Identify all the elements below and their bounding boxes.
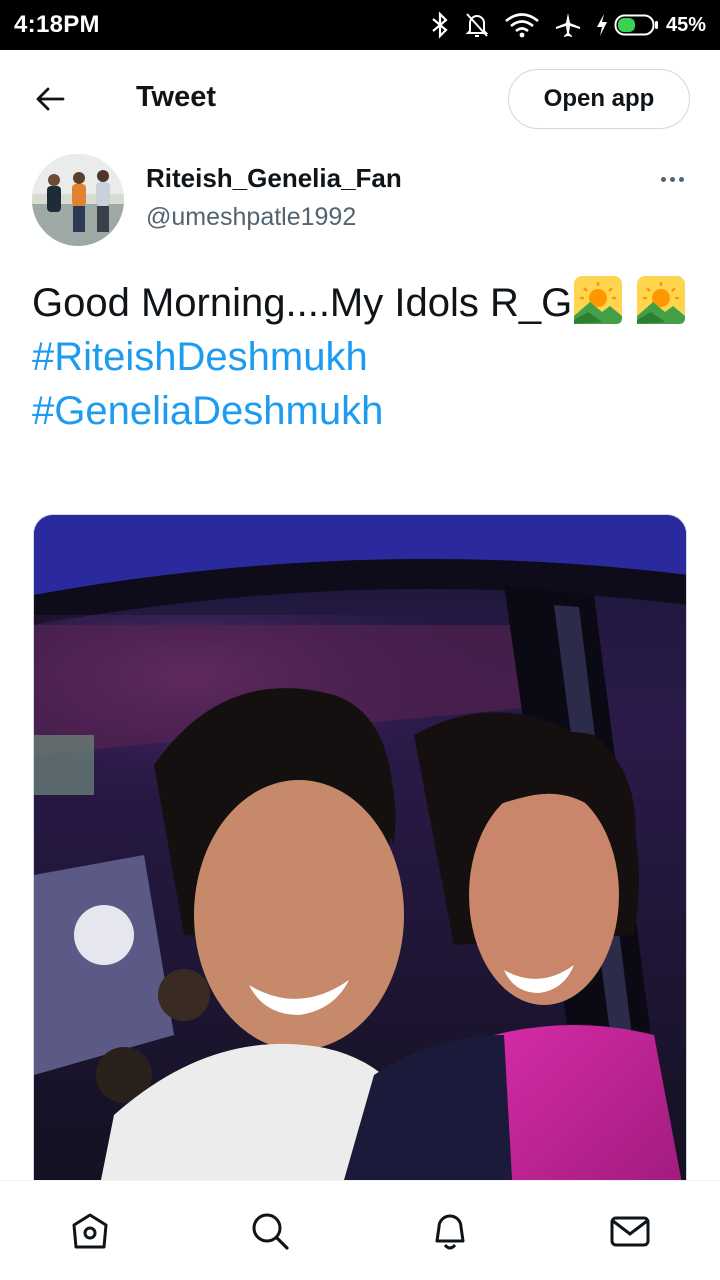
sunrise-emoji-icon [637,276,686,324]
bluetooth-icon [432,11,448,39]
nav-search[interactable] [180,1181,360,1280]
status-icons: 45% [430,11,706,39]
charging-icon [596,14,607,36]
more-options-button[interactable] [652,168,692,190]
nav-messages[interactable] [540,1181,720,1280]
wifi-icon [505,13,539,38]
more-dot-icon [660,176,666,182]
search-icon [252,1213,289,1250]
messages-icon [610,1216,650,1246]
back-arrow-icon [36,87,65,111]
battery-indicator: 45% [596,13,706,37]
sunrise-emoji-icon [574,276,623,324]
more-dot-icon [678,176,684,182]
status-time: 4:18PM [14,11,100,38]
battery-icon [614,14,658,36]
author-avatar[interactable] [32,154,124,246]
author-handle[interactable]: @umeshpatle1992 [146,203,356,232]
top-app-bar: Tweet Open app [0,50,720,148]
bell-off-icon [465,13,489,37]
notifications-icon [435,1214,465,1249]
hashtag-link[interactable]: #GeneliaDeshmukh [32,384,692,438]
tweet-text: Good Morning....My Idols R_G #RiteishDes… [32,274,692,438]
status-bar: 4:18PM 45% [0,0,720,50]
author-display-name[interactable]: Riteish_Genelia_Fan [146,163,402,194]
hashtag-link[interactable]: #RiteishDeshmukh [32,330,692,384]
back-button[interactable] [30,84,70,114]
nav-home[interactable] [0,1181,180,1280]
more-dot-icon [669,176,675,182]
home-icon [72,1213,108,1248]
battery-percent: 45% [665,13,706,36]
tweet-photo[interactable] [33,514,687,1214]
nav-notifications[interactable] [360,1181,540,1280]
bottom-navigation [0,1180,720,1280]
airplane-icon [555,13,580,37]
open-app-button[interactable]: Open app [508,69,690,129]
tweet-body: Good Morning....My Idols R_G [32,281,573,325]
page-title: Tweet [136,81,217,113]
